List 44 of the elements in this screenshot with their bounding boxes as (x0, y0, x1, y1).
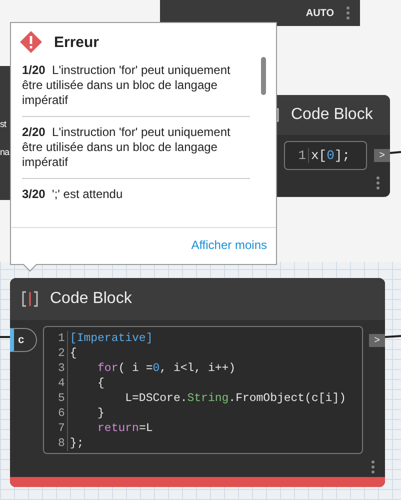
error-message: 2/20 L'instruction 'for' peut uniquement être utilisée dans un bloc de langage impératif (22, 125, 232, 170)
line-number: 4 (44, 376, 68, 391)
more-icon[interactable] (371, 460, 375, 474)
code-line: L=DSCore.String.FromObject(c[i]) (124, 391, 346, 406)
line-number: 8 (44, 436, 68, 451)
output-port[interactable]: > (369, 334, 385, 347)
output-port[interactable]: > (374, 149, 390, 162)
code-editor[interactable]: 1 x[0]; (284, 141, 367, 170)
code-line: x[0]; (310, 148, 350, 163)
run-mode-label: AUTO (306, 8, 334, 18)
code-line: { (96, 376, 104, 391)
node-title: Code Block (50, 290, 132, 308)
code-editor[interactable]: 1 [Imperative] 2 { 3 for( i =0, i<l, i++) 4 { 5 L=DSCore.String.FromObject(c[i]) 6 } 7 return=L 8 }; (42, 326, 364, 454)
code-block-node[interactable]: Code Block c 1 [Imperative] 2 { 3 for( i =0, i<l, i++) 4 { 5 L=DSCore.String.FromObject(c[i]) 6 } 7 return=L 8 }; > (10, 278, 385, 487)
code-line: return=L (96, 421, 153, 436)
line-number: 1 (289, 148, 309, 163)
error-message: 1/20 L'instruction 'for' peut uniquement être utilisée dans un bloc de langage impératif (22, 63, 232, 108)
wire (390, 151, 401, 154)
line-number: 7 (44, 421, 68, 436)
code-line: }; (68, 436, 84, 451)
wire (384, 335, 401, 338)
scrollbar[interactable] (261, 57, 266, 95)
code-line: [Imperative] (68, 331, 153, 346)
error-icon (20, 31, 42, 53)
line-number: 5 (44, 391, 68, 406)
code-line: for( i =0, i<l, i++) (96, 361, 236, 376)
node-title: Code Block (291, 106, 373, 124)
wire (0, 336, 10, 338)
line-number: 1 (44, 331, 68, 346)
input-port[interactable]: c (10, 328, 37, 352)
line-number: 2 (44, 346, 68, 361)
more-icon[interactable] (346, 6, 350, 20)
line-number: 3 (44, 361, 68, 376)
popup-title: Erreur (54, 34, 100, 50)
more-icon[interactable] (376, 176, 380, 190)
code-line: { (68, 346, 77, 361)
code-block-icon (22, 291, 38, 307)
show-less-link[interactable]: Afficher moins (191, 238, 267, 252)
error-message: 3/20 ';' est attendu (22, 187, 124, 202)
port-label: na (0, 146, 10, 158)
line-number: 6 (44, 406, 68, 421)
code-line: } (96, 406, 104, 421)
port-label: st (0, 118, 8, 130)
node-panel[interactable]: AUTO (160, 0, 360, 26)
